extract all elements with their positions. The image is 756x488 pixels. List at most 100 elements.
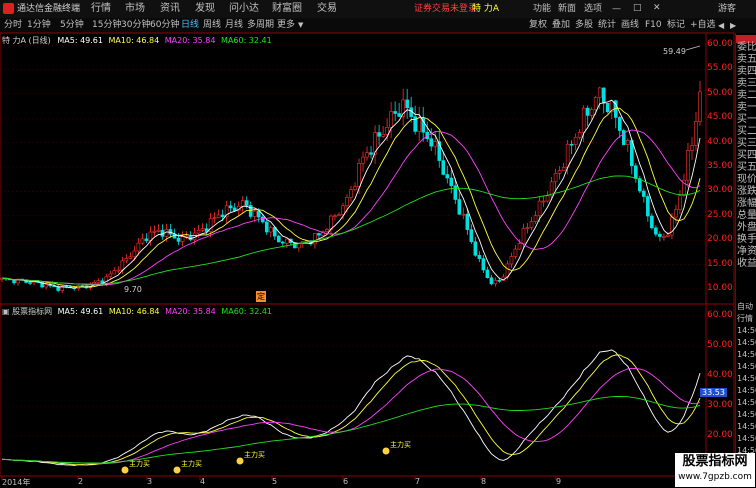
- watermark-url: www.7gpzb.com: [678, 472, 752, 482]
- side-panel-item: 买二: [737, 126, 756, 137]
- candle-body: [268, 227, 273, 233]
- side-panel-time: 14:50: [737, 350, 756, 359]
- candle-body: [252, 210, 257, 217]
- candle-body: [662, 236, 666, 238]
- menu-youke[interactable]: 游客: [718, 0, 736, 18]
- candle-body: [625, 140, 630, 145]
- candle-body: [329, 215, 333, 230]
- side-panel-time: 14:50: [737, 410, 756, 419]
- candle-body: [301, 241, 305, 244]
- candle-body: [513, 248, 518, 257]
- menu-xuanxiang[interactable]: 选项: [584, 0, 602, 18]
- side-panel: 委比 卖五 卖四 卖三 卖二 卖一 买一 买二 买三 买四 买五 现价 涨跌 涨幅 总量 外盘 换手 净资 收益 自…: [735, 33, 756, 487]
- close-icon[interactable]: ✕: [653, 3, 661, 13]
- menu-shichang[interactable]: 市场: [125, 0, 145, 18]
- side-panel-item: 涨幅: [737, 198, 756, 209]
- main-y-tick: 45.00: [707, 112, 733, 123]
- period-monthly[interactable]: 月线: [225, 18, 243, 33]
- candle-body: [76, 285, 81, 289]
- candle-body: [272, 227, 277, 237]
- candle-body: [501, 276, 506, 281]
- menu-caifuquan[interactable]: 财富圈: [272, 0, 302, 18]
- candle-body: [686, 150, 690, 181]
- candle-body: [276, 235, 281, 243]
- maximize-icon[interactable]: □: [633, 3, 642, 13]
- candle-body: [654, 227, 658, 235]
- event-marker[interactable]: 定: [256, 291, 266, 302]
- signal-coin-icon: [382, 447, 390, 455]
- candle-body: [224, 205, 229, 218]
- main-ma5-label: MA5: 49.61: [57, 36, 103, 45]
- tool-duogu[interactable]: 多股: [575, 18, 593, 33]
- side-panel-item: 卖一: [737, 102, 756, 113]
- candle-body: [401, 99, 405, 117]
- candle-body: [529, 221, 534, 228]
- chevron-down-icon[interactable]: ▼: [298, 18, 303, 33]
- main-chart-header: 特 力A (日线) MA5: 49.61 MA10: 46.84 MA20: 3…: [2, 35, 272, 47]
- period-fenshi[interactable]: 分时: [4, 18, 22, 33]
- candle-body: [88, 284, 93, 289]
- period-60min[interactable]: 60分钟: [150, 18, 179, 33]
- candle-body: [216, 214, 221, 218]
- candle-body: [353, 186, 357, 190]
- menu-xinmian[interactable]: 新面: [558, 0, 576, 18]
- tool-biaoji[interactable]: 标记: [667, 18, 685, 33]
- tool-f10[interactable]: F10: [645, 18, 662, 33]
- period-weekly[interactable]: 周线: [203, 18, 221, 33]
- minimize-icon[interactable]: —: [612, 4, 621, 14]
- candle-body: [285, 238, 289, 244]
- sub-ma60-line: [1, 396, 701, 464]
- candle-body: [377, 132, 381, 137]
- tool-huaxian[interactable]: 画线: [621, 18, 639, 33]
- menu-faxian[interactable]: 发现: [195, 0, 215, 18]
- tool-tongji[interactable]: 统计: [598, 18, 616, 33]
- side-panel-item: 卖三: [737, 78, 756, 89]
- candle-body: [333, 215, 337, 218]
- candle-body: [240, 200, 245, 207]
- candle-body: [325, 229, 329, 232]
- period-1min[interactable]: 1分钟: [27, 18, 51, 33]
- menu-hangqing[interactable]: 行情: [91, 0, 111, 18]
- side-panel-time: 14:50: [737, 434, 756, 443]
- candle-body: [293, 242, 297, 249]
- period-more[interactable]: 更多: [277, 18, 295, 33]
- period-multi[interactable]: 多周期: [247, 18, 274, 33]
- menu-zixun[interactable]: 资讯: [160, 0, 180, 18]
- candle-body: [361, 156, 365, 164]
- side-panel-item: 卖四: [737, 66, 756, 77]
- candle-body: [180, 236, 185, 242]
- signal-label: 主力买: [129, 459, 150, 468]
- candle-body: [561, 167, 566, 171]
- candle-body: [341, 205, 345, 215]
- tool-zixuan[interactable]: +自选: [690, 18, 716, 33]
- kline-chart[interactable]: 主力买 主力买主力买主力买: [0, 0, 756, 487]
- candle-body: [569, 143, 574, 146]
- menu-jiaoyi[interactable]: 交易: [317, 0, 337, 18]
- candle-body: [148, 231, 153, 241]
- period-30min[interactable]: 30分钟: [121, 18, 150, 33]
- period-5min[interactable]: 5分钟: [60, 18, 84, 33]
- main-ma5-line: [1, 99, 701, 289]
- candle-body: [40, 282, 44, 288]
- candle-body: [465, 213, 470, 230]
- scroll-left-icon[interactable]: ◀: [718, 18, 724, 33]
- candle-body: [678, 195, 682, 210]
- candle-body: [682, 179, 686, 197]
- menu-wenxiaoda[interactable]: 问小达: [229, 0, 259, 18]
- main-y-tick: 60.00: [707, 39, 733, 49]
- tool-diejia[interactable]: 叠加: [552, 18, 570, 33]
- candle-body: [100, 280, 105, 284]
- scroll-right-icon[interactable]: ▶: [730, 18, 736, 33]
- tool-fuquan[interactable]: 复权: [529, 18, 547, 33]
- login-status[interactable]: 证券交易未登录: [414, 0, 477, 18]
- period-daily[interactable]: 日线: [181, 18, 199, 33]
- candle-body: [244, 200, 249, 206]
- sub-chart-menu-icon[interactable]: ▣: [2, 307, 10, 316]
- menu-gongneng[interactable]: 功能: [533, 0, 551, 18]
- candle-body: [553, 173, 558, 183]
- candle-body: [152, 231, 157, 233]
- period-15min[interactable]: 15分钟: [92, 18, 121, 33]
- x-axis-label: 4: [200, 477, 206, 486]
- candle-body: [417, 117, 421, 132]
- candle-body: [646, 196, 650, 217]
